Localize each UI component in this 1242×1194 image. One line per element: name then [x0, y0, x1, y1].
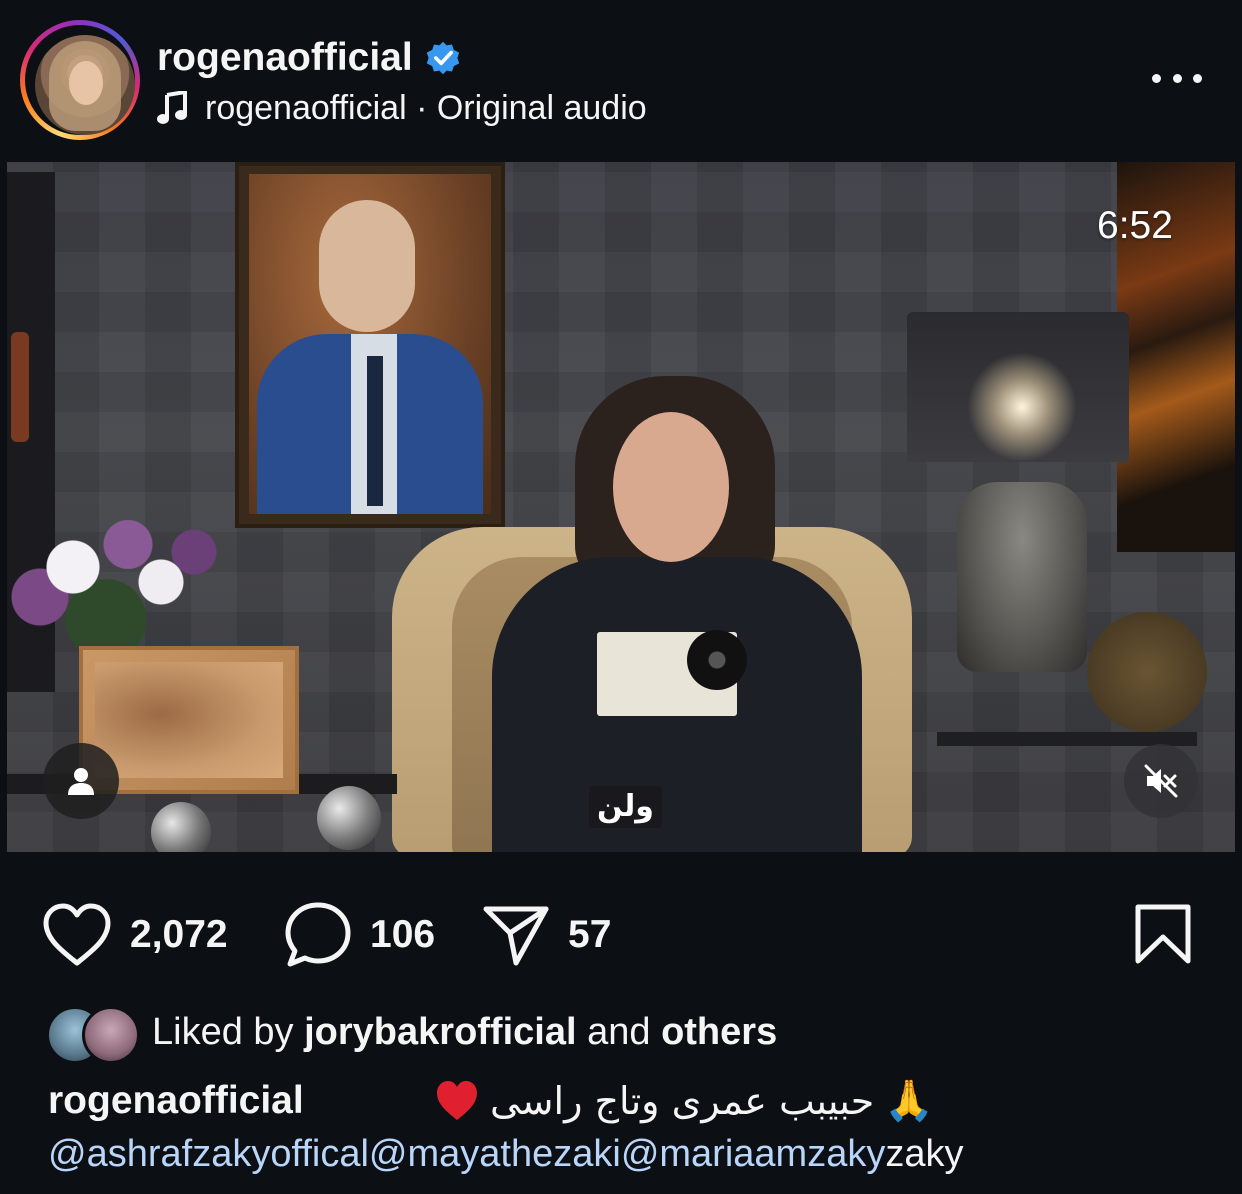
audio-attribution[interactable]: rogenaofficial · Original audio: [157, 86, 647, 130]
post-header: rogenaofficial rogenaofficial · Original…: [0, 0, 1242, 160]
audio-separator: ·: [406, 89, 437, 127]
heart-outline-icon: [43, 903, 111, 966]
liked-by-text: Liked by jorybakrofficial and others: [152, 1010, 778, 1053]
mention-link[interactable]: @ashrafzakyoffical: [48, 1133, 369, 1175]
liker-avatars: [46, 1004, 140, 1064]
liked-by-row[interactable]: Liked by jorybakrofficial and others: [46, 1004, 778, 1064]
profile-avatar: [35, 35, 135, 135]
shares-count: 57: [568, 913, 612, 956]
caption-text-row: حبيبب عمرى وتاج راسى 🙏: [434, 1074, 934, 1128]
mute-toggle-button[interactable]: [1124, 744, 1198, 818]
liked-by-others[interactable]: others: [661, 1011, 777, 1053]
post-username[interactable]: rogenaofficial: [157, 34, 461, 82]
red-heart-emoji-icon: [437, 1081, 477, 1120]
username-label[interactable]: rogenaofficial: [157, 34, 413, 82]
post-actions: 2,072 106 57: [0, 895, 1242, 975]
comment-bubble-icon: [285, 902, 351, 967]
audio-owner[interactable]: rogenaofficial: [205, 89, 407, 127]
person-icon: [68, 768, 94, 795]
bookmark-icon[interactable]: [1134, 903, 1192, 965]
caption-mentions: @ashrafzakyoffical@mayathezaki@mariaamza…: [48, 1128, 963, 1180]
tagged-people-button[interactable]: [43, 743, 119, 819]
more-options-icon[interactable]: [1152, 66, 1202, 90]
comment-button[interactable]: 106: [284, 895, 435, 975]
portrait-painting: [235, 162, 505, 528]
caption-username[interactable]: rogenaofficial: [48, 1079, 304, 1123]
music-note-icon: [157, 91, 187, 124]
video-subtitle: ولن: [589, 786, 662, 828]
liked-by-user[interactable]: jorybakrofficial: [304, 1011, 576, 1053]
mention-link[interactable]: @mayathezaki: [369, 1133, 621, 1175]
reel-video[interactable]: 6:52 ولن: [7, 162, 1235, 852]
share-button[interactable]: 57: [482, 895, 611, 975]
avatar: [82, 1006, 140, 1064]
post-caption: rogenaofficial حبيبب عمرى وتاج راسى 🙏: [48, 1074, 1228, 1128]
flower-vase: [7, 507, 227, 657]
like-button[interactable]: 2,072: [42, 895, 228, 975]
audio-label[interactable]: Original audio: [437, 89, 647, 127]
paper-plane-icon: [483, 906, 549, 966]
speaker-muted-icon: [1144, 764, 1178, 798]
caption-trailing-text: zaky: [885, 1133, 964, 1175]
story-ring-avatar[interactable]: [20, 20, 140, 140]
mention-link[interactable]: @mariaamzaky: [621, 1133, 886, 1175]
video-duration: 6:52: [1097, 204, 1173, 247]
caption-arabic-text: حبيبب عمرى وتاج راسى: [490, 1079, 875, 1123]
comments-count: 106: [370, 913, 436, 956]
verified-badge-icon: [426, 41, 459, 75]
likes-count[interactable]: 2,072: [130, 913, 228, 957]
pray-emoji-icon: 🙏: [884, 1079, 935, 1123]
